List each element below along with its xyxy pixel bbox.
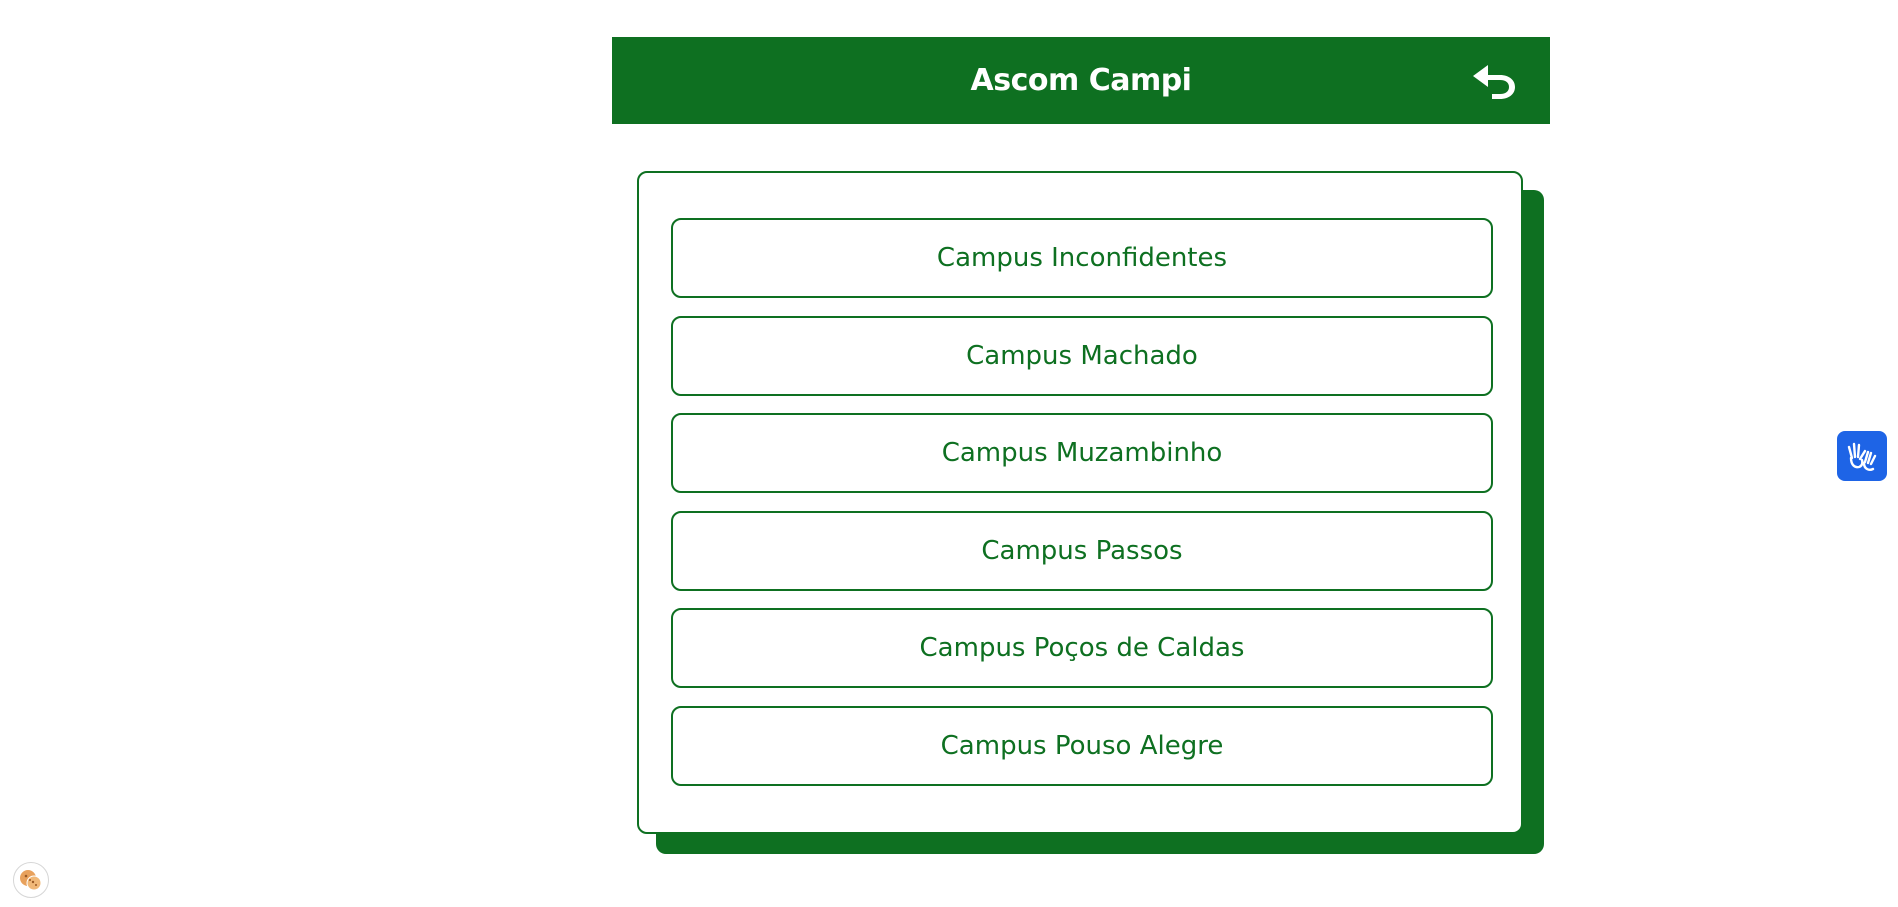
- cookie-icon: [20, 870, 42, 891]
- campus-button-muzambinho[interactable]: Campus Muzambinho: [671, 413, 1493, 494]
- page-header: Ascom Campi: [612, 37, 1550, 124]
- campus-label: Campus Poços de Caldas: [919, 633, 1245, 664]
- sign-language-hands-icon: [1847, 442, 1877, 471]
- back-button[interactable]: [1468, 59, 1520, 103]
- campus-card: Campus Inconfidentes Campus Machado Camp…: [637, 171, 1523, 834]
- campus-button-passos[interactable]: Campus Passos: [671, 510, 1493, 591]
- campus-label: Campus Machado: [966, 340, 1198, 371]
- campus-button-machado[interactable]: Campus Machado: [671, 315, 1493, 396]
- campus-button-inconfidentes[interactable]: Campus Inconfidentes: [671, 218, 1493, 298]
- campus-label: Campus Muzambinho: [941, 438, 1223, 469]
- campus-label: Campus Inconfidentes: [936, 243, 1228, 273]
- page: Ascom Campi Campus Inconfidentes Campus …: [0, 0, 1898, 907]
- campus-button-pouso-alegre[interactable]: Campus Pouso Alegre: [671, 705, 1493, 786]
- undo-arrow-icon: [1473, 65, 1515, 99]
- page-title: Ascom Campi: [970, 63, 1192, 98]
- accessibility-widget-button[interactable]: [1837, 431, 1887, 481]
- campus-list: Campus Inconfidentes Campus Machado Camp…: [671, 218, 1493, 804]
- campus-label: Campus Pouso Alegre: [940, 730, 1224, 761]
- cookie-settings-button[interactable]: [13, 862, 49, 898]
- campus-label: Campus Passos: [981, 535, 1183, 566]
- campus-button-pocos-de-caldas[interactable]: Campus Poços de Caldas: [671, 608, 1493, 689]
